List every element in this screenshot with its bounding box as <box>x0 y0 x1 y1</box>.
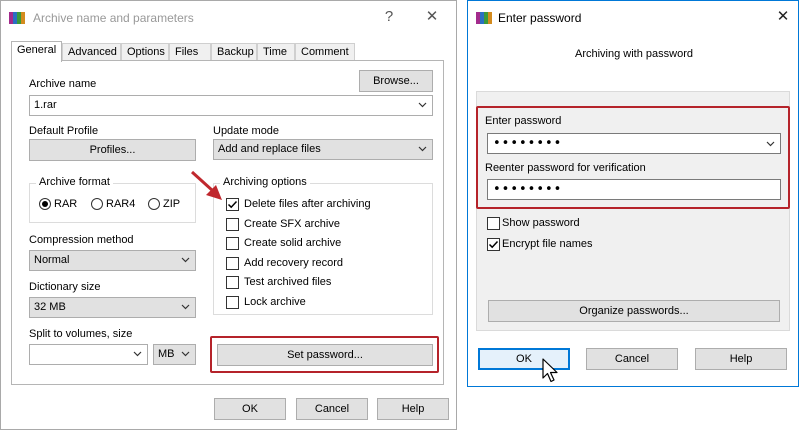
chevron-down-icon <box>181 304 190 310</box>
close-icon[interactable]: ✕ <box>773 7 793 27</box>
close-icon[interactable]: ✕ <box>422 7 442 27</box>
archive-dialog: Archive name and parameters ? ✕ General … <box>0 0 457 430</box>
tab-backup[interactable]: Backup <box>211 43 257 61</box>
radio-rar4-label: RAR4 <box>106 198 136 210</box>
archive-ok-button[interactable]: OK <box>214 398 286 420</box>
split-unit-select[interactable]: MB <box>153 344 196 365</box>
tab-time[interactable]: Time <box>257 43 295 61</box>
archive-name-value: 1.rar <box>34 99 57 111</box>
red-arrow-annotation <box>190 170 222 200</box>
password-dialog: Enter password ✕ Archiving with password… <box>467 0 799 387</box>
checkbox-test-files[interactable] <box>226 276 239 289</box>
archiving-options-group: Archiving options Delete files after arc… <box>213 176 433 315</box>
radio-rar-label: RAR <box>54 198 78 210</box>
checkmark-icon <box>488 240 499 249</box>
archive-dialog-title: Archive name and parameters <box>33 11 194 25</box>
chevron-down-icon <box>418 146 427 152</box>
radio-zip[interactable] <box>148 198 160 210</box>
tab-options[interactable]: Options <box>121 43 169 61</box>
organize-passwords-button[interactable]: Organize passwords... <box>488 300 780 322</box>
password-dialog-title: Enter password <box>498 11 582 25</box>
tab-advanced[interactable]: Advanced <box>62 43 121 61</box>
checkmark-icon <box>227 200 238 209</box>
browse-button[interactable]: Browse... <box>359 70 433 92</box>
update-mode-select[interactable]: Add and replace files <box>213 139 433 160</box>
checkbox-encrypt-names[interactable] <box>487 238 500 251</box>
password-cancel-button[interactable]: Cancel <box>586 348 678 370</box>
checkbox-lock-archive[interactable] <box>226 296 239 309</box>
archive-dialog-titlebar[interactable]: Archive name and parameters ? ✕ <box>1 1 456 34</box>
password-fields-highlight <box>476 106 790 209</box>
chevron-down-icon <box>133 351 142 357</box>
dictionary-size-label: Dictionary size <box>29 281 101 293</box>
password-dialog-titlebar[interactable]: Enter password ✕ <box>468 1 798 34</box>
set-password-highlight <box>210 336 439 373</box>
checkbox-solid-archive-label: Create solid archive <box>244 237 342 249</box>
checkbox-encrypt-names-label: Encrypt file names <box>502 238 593 250</box>
checkbox-create-sfx[interactable] <box>226 218 239 231</box>
archiving-with-password-text: Archiving with password <box>575 48 693 60</box>
radio-rar[interactable] <box>39 198 51 210</box>
radio-zip-label: ZIP <box>163 198 181 210</box>
checkbox-recovery-record[interactable] <box>226 257 239 270</box>
archive-format-label: Archive format <box>36 176 113 188</box>
compression-method-label: Compression method <box>29 234 134 246</box>
dictionary-size-value: 32 MB <box>34 301 66 313</box>
compression-method-select[interactable]: Normal <box>29 250 196 271</box>
split-unit-value: MB <box>158 348 175 360</box>
chevron-down-icon <box>181 257 190 263</box>
checkbox-show-password-label: Show password <box>502 217 580 229</box>
question-mark-icon[interactable]: ? <box>379 7 399 27</box>
password-help-button[interactable]: Help <box>695 348 787 370</box>
checkbox-lock-archive-label: Lock archive <box>244 296 306 308</box>
checkbox-show-password[interactable] <box>487 217 500 230</box>
archive-help-button[interactable]: Help <box>377 398 449 420</box>
archiving-options-label: Archiving options <box>220 176 310 188</box>
split-volumes-label: Split to volumes, size <box>29 328 133 340</box>
checkbox-create-sfx-label: Create SFX archive <box>244 218 340 230</box>
chevron-down-icon <box>418 102 427 108</box>
profiles-button[interactable]: Profiles... <box>29 139 196 161</box>
compression-method-value: Normal <box>34 254 70 266</box>
winrar-icon <box>9 10 25 26</box>
update-mode-label: Update mode <box>213 125 280 137</box>
archive-name-label: Archive name <box>29 78 97 90</box>
checkbox-delete-files-label: Delete files after archiving <box>244 198 371 210</box>
split-size-input[interactable] <box>29 344 148 365</box>
default-profile-label: Default Profile <box>29 125 99 137</box>
radio-rar4[interactable] <box>91 198 103 210</box>
chevron-down-icon <box>181 351 190 357</box>
archive-name-input[interactable]: 1.rar <box>29 95 433 116</box>
mouse-cursor-icon <box>542 358 558 383</box>
checkbox-solid-archive[interactable] <box>226 237 239 250</box>
checkbox-delete-files[interactable] <box>226 198 239 211</box>
checkbox-test-files-label: Test archived files <box>244 276 332 288</box>
tab-files[interactable]: Files <box>169 43 211 61</box>
archive-format-group: Archive format RAR RAR4 ZIP <box>29 176 196 223</box>
checkbox-recovery-record-label: Add recovery record <box>244 257 344 269</box>
tab-general[interactable]: General <box>11 41 62 62</box>
update-mode-value: Add and replace files <box>218 143 321 155</box>
winrar-icon <box>476 10 492 26</box>
archive-cancel-button[interactable]: Cancel <box>296 398 368 420</box>
tab-comment[interactable]: Comment <box>295 43 355 61</box>
dictionary-size-select[interactable]: 32 MB <box>29 297 196 318</box>
